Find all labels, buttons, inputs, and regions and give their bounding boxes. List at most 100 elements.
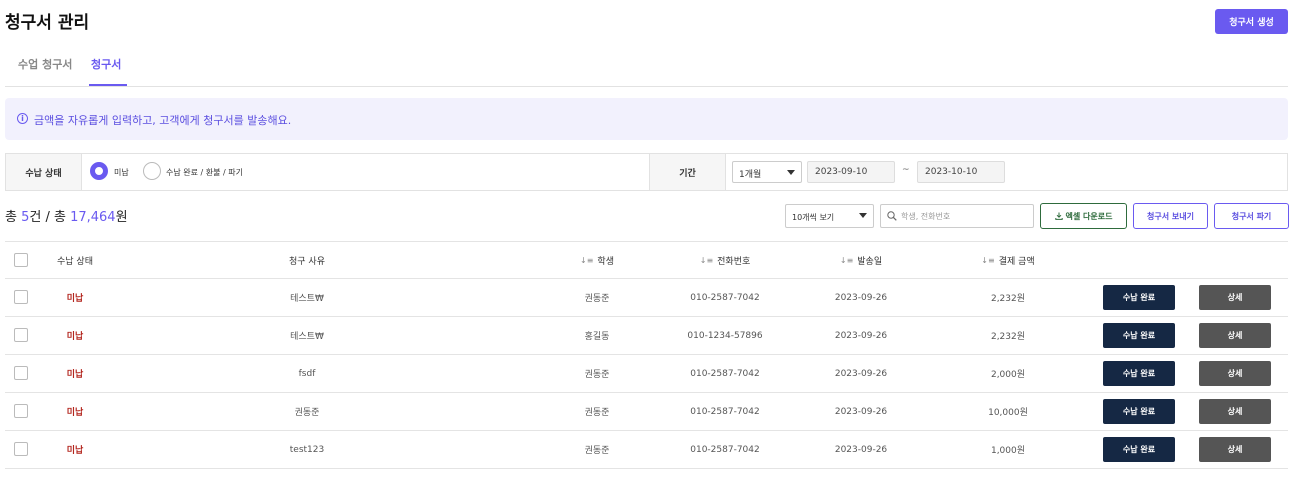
detail-button[interactable]: 상세	[1199, 285, 1271, 310]
info-icon: i	[17, 113, 28, 124]
filter-bar: 수납 상태 미납 수납 완료 / 환불 / 파기 기간 1개월 2023-09-…	[5, 153, 1288, 191]
row-amount: 10,000원	[988, 408, 1028, 418]
row-checkbox[interactable]	[14, 328, 28, 342]
sort-icon: ↓≡	[981, 256, 995, 265]
header-amount[interactable]: ↓≡ 결제 금액	[957, 242, 1059, 279]
info-text: 금액을 자유롭게 입력하고, 고객에게 청구서를 발송해요.	[34, 114, 292, 127]
header-student[interactable]: ↓≡ 학생	[565, 242, 629, 279]
table-row: 미납 테스트₩ 권동준 010-2587-7042 2023-09-26 2,2…	[5, 279, 1288, 317]
row-status: 미납	[66, 370, 84, 380]
row-sent-date: 2023-09-26	[834, 292, 888, 303]
row-sent-date: 2023-09-26	[834, 444, 888, 455]
header-reason: 청구 사유	[289, 257, 325, 267]
header-phone[interactable]: ↓≡ 전화번호	[667, 242, 783, 279]
row-checkbox[interactable]	[14, 366, 28, 380]
row-student: 권동준	[584, 370, 610, 380]
date-separator: ~	[902, 165, 910, 175]
select-all-checkbox[interactable]	[14, 253, 28, 267]
search-input[interactable]	[901, 208, 1029, 224]
search-icon	[887, 211, 897, 221]
table-row: 미납 테스트₩ 홍길동 010-1234-57896 2023-09-26 2,…	[5, 317, 1288, 355]
status-filter-label: 수납 상태	[6, 154, 82, 190]
row-sent-date: 2023-09-26	[834, 406, 888, 417]
row-amount: 1,000원	[990, 446, 1026, 456]
radio-completed-label[interactable]: 수납 완료 / 환불 / 파기	[166, 167, 243, 178]
radio-completed[interactable]	[143, 162, 161, 180]
row-amount: 2,232원	[990, 332, 1026, 342]
radio-unpaid[interactable]	[90, 162, 108, 180]
table-header: 수납 상태 청구 사유 ↓≡ 학생 ↓≡ 전화번호 ↓≡ 발송일 ↓≡ 결제 금액	[5, 241, 1288, 279]
detail-button[interactable]: 상세	[1199, 399, 1271, 424]
chevron-down-icon	[859, 213, 867, 218]
send-invoice-button[interactable]: 청구서 보내기	[1133, 203, 1208, 229]
row-phone: 010-2587-7042	[690, 406, 760, 417]
total-summary: 총 5건 / 총 17,464원	[5, 206, 128, 225]
excel-download-label: 엑셀 다운로드	[1065, 211, 1113, 221]
row-reason: 테스트₩	[290, 294, 324, 304]
mark-paid-button[interactable]: 수납 완료	[1103, 361, 1175, 386]
row-phone: 010-2587-7042	[690, 444, 760, 455]
tab-bar: 수업 청구서 청구서	[5, 44, 1288, 87]
row-checkbox[interactable]	[14, 290, 28, 304]
radio-unpaid-label[interactable]: 미납	[114, 167, 129, 178]
date-from-field[interactable]: 2023-09-10	[807, 161, 895, 183]
header-amount-label: 결제 금액	[998, 257, 1035, 267]
period-select[interactable]: 1개월	[732, 161, 802, 183]
date-to-field[interactable]: 2023-10-10	[917, 161, 1005, 183]
row-phone: 010-2587-7042	[690, 368, 760, 379]
detail-button[interactable]: 상세	[1199, 323, 1271, 348]
row-checkbox[interactable]	[14, 404, 28, 418]
create-invoice-button[interactable]: 청구서 생성	[1215, 9, 1288, 34]
row-phone: 010-2587-7042	[690, 292, 760, 303]
row-sent-date: 2023-09-26	[834, 368, 888, 379]
page-title: 청구서 관리	[5, 13, 90, 33]
chevron-down-icon	[787, 170, 795, 175]
void-invoice-button[interactable]: 청구서 파기	[1214, 203, 1289, 229]
mark-paid-button[interactable]: 수납 완료	[1103, 399, 1175, 424]
tab-invoice[interactable]: 청구서	[91, 56, 121, 72]
header-sent-date-label: 발송일	[857, 257, 883, 267]
detail-button[interactable]: 상세	[1199, 361, 1271, 386]
row-student: 권동준	[584, 446, 610, 456]
header-status: 수납 상태	[57, 257, 93, 267]
table-row: 미납 fsdf 권동준 010-2587-7042 2023-09-26 2,0…	[5, 355, 1288, 393]
row-status: 미납	[66, 408, 84, 418]
total-amount-suffix: 원	[115, 210, 128, 225]
excel-download-button[interactable]: 엑셀 다운로드	[1040, 203, 1127, 229]
per-page-select[interactable]: 10개씩 보기	[785, 204, 874, 228]
row-reason: 테스트₩	[290, 332, 324, 342]
table-row: 미납 권동준 권동준 010-2587-7042 2023-09-26 10,0…	[5, 393, 1288, 431]
row-amount: 2,000원	[990, 370, 1026, 380]
sort-icon: ↓≡	[839, 256, 854, 265]
mark-paid-button[interactable]: 수납 완료	[1103, 323, 1175, 348]
row-reason: 권동준	[294, 408, 320, 418]
total-amount: 17,464	[70, 210, 116, 225]
tab-class-invoice[interactable]: 수업 청구서	[18, 56, 72, 72]
header-student-label: 학생	[597, 257, 614, 267]
invoice-table: 수납 상태 청구 사유 ↓≡ 학생 ↓≡ 전화번호 ↓≡ 발송일 ↓≡ 결제 금액 미납…	[5, 241, 1288, 469]
row-amount: 2,232원	[990, 294, 1026, 304]
per-page-value: 10개씩 보기	[792, 213, 835, 222]
table-row: 미납 test123 권동준 010-2587-7042 2023-09-26 …	[5, 431, 1288, 469]
row-student: 홍길동	[584, 332, 610, 342]
period-filter-label: 기간	[649, 154, 726, 190]
header-sent-date[interactable]: ↓≡ 발송일	[811, 242, 911, 279]
row-sent-date: 2023-09-26	[834, 330, 888, 341]
row-reason: fsdf	[298, 368, 316, 379]
row-status: 미납	[66, 446, 84, 456]
detail-button[interactable]: 상세	[1199, 437, 1271, 462]
row-checkbox[interactable]	[14, 442, 28, 456]
mark-paid-button[interactable]: 수납 완료	[1103, 437, 1175, 462]
download-icon	[1054, 212, 1063, 220]
row-reason: test123	[289, 444, 325, 455]
total-count-suffix: 건 / 총	[29, 210, 71, 225]
info-notice: i 금액을 자유롭게 입력하고, 고객에게 청구서를 발송해요.	[5, 98, 1288, 140]
row-status: 미납	[66, 294, 84, 304]
sort-icon: ↓≡	[580, 256, 594, 265]
header-phone-label: 전화번호	[717, 257, 751, 267]
row-phone: 010-1234-57896	[687, 330, 763, 341]
mark-paid-button[interactable]: 수납 완료	[1103, 285, 1175, 310]
sort-icon: ↓≡	[699, 256, 714, 265]
row-student: 권동준	[584, 408, 610, 418]
period-select-value: 1개월	[739, 170, 762, 180]
